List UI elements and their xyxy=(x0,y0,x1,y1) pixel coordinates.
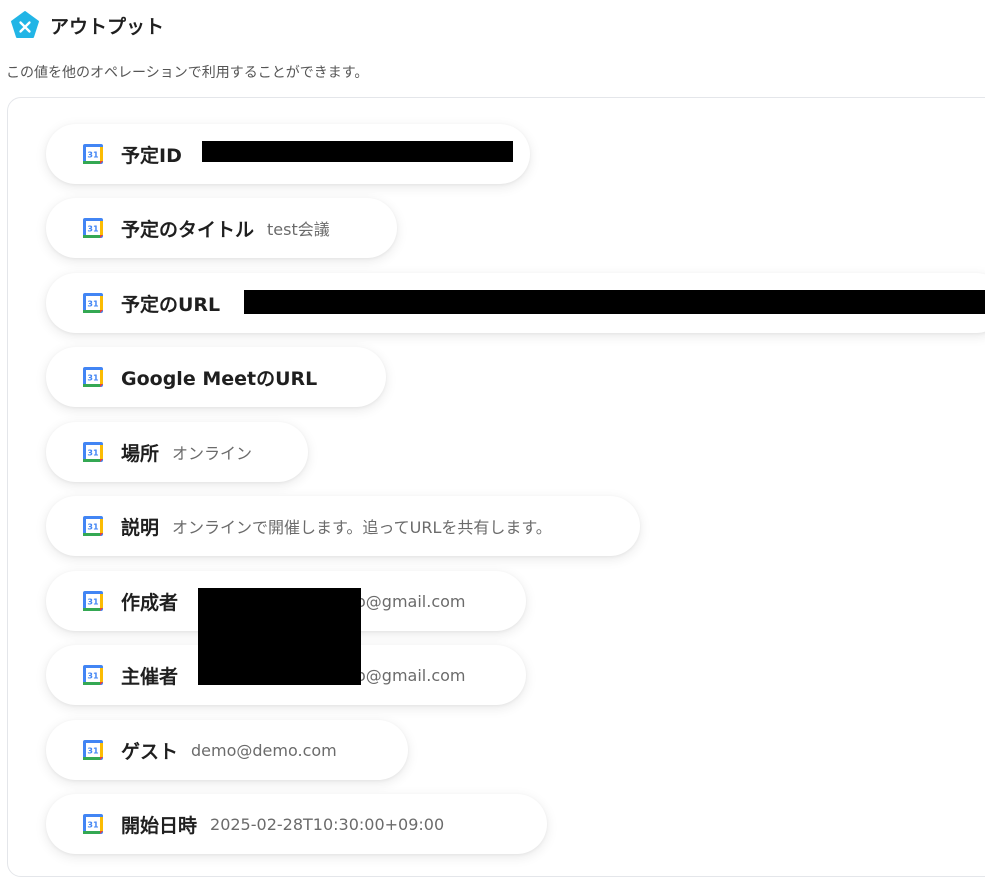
output-label: 開始日時 xyxy=(121,814,198,837)
svg-text:31: 31 xyxy=(87,373,99,382)
page-title: アウトプット xyxy=(50,15,165,38)
output-label: 説明 xyxy=(121,516,160,539)
output-value: test会議 xyxy=(267,220,330,239)
google-calendar-icon: 31 xyxy=(81,589,105,613)
output-label: ゲスト xyxy=(121,740,179,763)
redaction-box xyxy=(202,141,513,162)
redaction-box xyxy=(198,588,361,685)
output-item-location[interactable]: 31 場所 オンライン xyxy=(46,422,308,482)
page-subtitle: この値を他のオペレーションで利用することができます。 xyxy=(6,65,369,81)
output-item-guests[interactable]: 31 ゲスト demo@demo.com xyxy=(46,720,408,780)
svg-text:31: 31 xyxy=(87,150,99,159)
svg-text:31: 31 xyxy=(87,299,99,308)
google-calendar-icon: 31 xyxy=(81,216,105,240)
output-value: o@gmail.com xyxy=(356,591,466,611)
output-item-event-title[interactable]: 31 予定のタイトル test会議 xyxy=(46,198,397,258)
output-item-meet-url[interactable]: 31 Google MeetのURL xyxy=(46,347,386,407)
yoom-logo-icon xyxy=(10,10,40,40)
output-label: 場所 xyxy=(121,442,160,465)
google-calendar-icon: 31 xyxy=(81,812,105,836)
google-calendar-icon: 31 xyxy=(81,514,105,538)
svg-text:31: 31 xyxy=(87,522,99,531)
output-header: アウトプット xyxy=(10,10,164,40)
output-value: オンライン xyxy=(172,444,253,463)
output-label: 予定ID xyxy=(121,144,182,167)
output-label: Google MeetのURL xyxy=(121,367,318,390)
google-calendar-icon: 31 xyxy=(81,291,105,315)
svg-text:31: 31 xyxy=(87,224,99,233)
google-calendar-icon: 31 xyxy=(81,440,105,464)
svg-text:31: 31 xyxy=(87,671,99,680)
output-value: demo@demo.com xyxy=(191,740,337,760)
output-value: 2025-02-28T10:30:00+09:00 xyxy=(210,814,445,834)
output-item-start-datetime[interactable]: 31 開始日時 2025-02-28T10:30:00+09:00 xyxy=(46,794,547,854)
output-label: 予定のタイトル xyxy=(121,218,255,241)
output-label: 主催者 xyxy=(121,665,179,688)
output-value: o@gmail.com xyxy=(356,665,466,685)
output-label: 作成者 xyxy=(121,591,179,614)
output-value: オンラインで開催します。追ってURLを共有します。 xyxy=(172,518,552,537)
google-calendar-icon: 31 xyxy=(81,663,105,687)
svg-text:31: 31 xyxy=(87,448,99,457)
google-calendar-icon: 31 xyxy=(81,738,105,762)
redaction-box xyxy=(244,290,985,314)
svg-text:31: 31 xyxy=(87,746,99,755)
google-calendar-icon: 31 xyxy=(81,365,105,389)
svg-text:31: 31 xyxy=(87,820,99,829)
svg-text:31: 31 xyxy=(87,597,99,606)
google-calendar-icon: 31 xyxy=(81,142,105,166)
output-label: 予定のURL xyxy=(121,293,221,316)
output-item-description[interactable]: 31 説明 オンラインで開催します。追ってURLを共有します。 xyxy=(46,496,640,556)
